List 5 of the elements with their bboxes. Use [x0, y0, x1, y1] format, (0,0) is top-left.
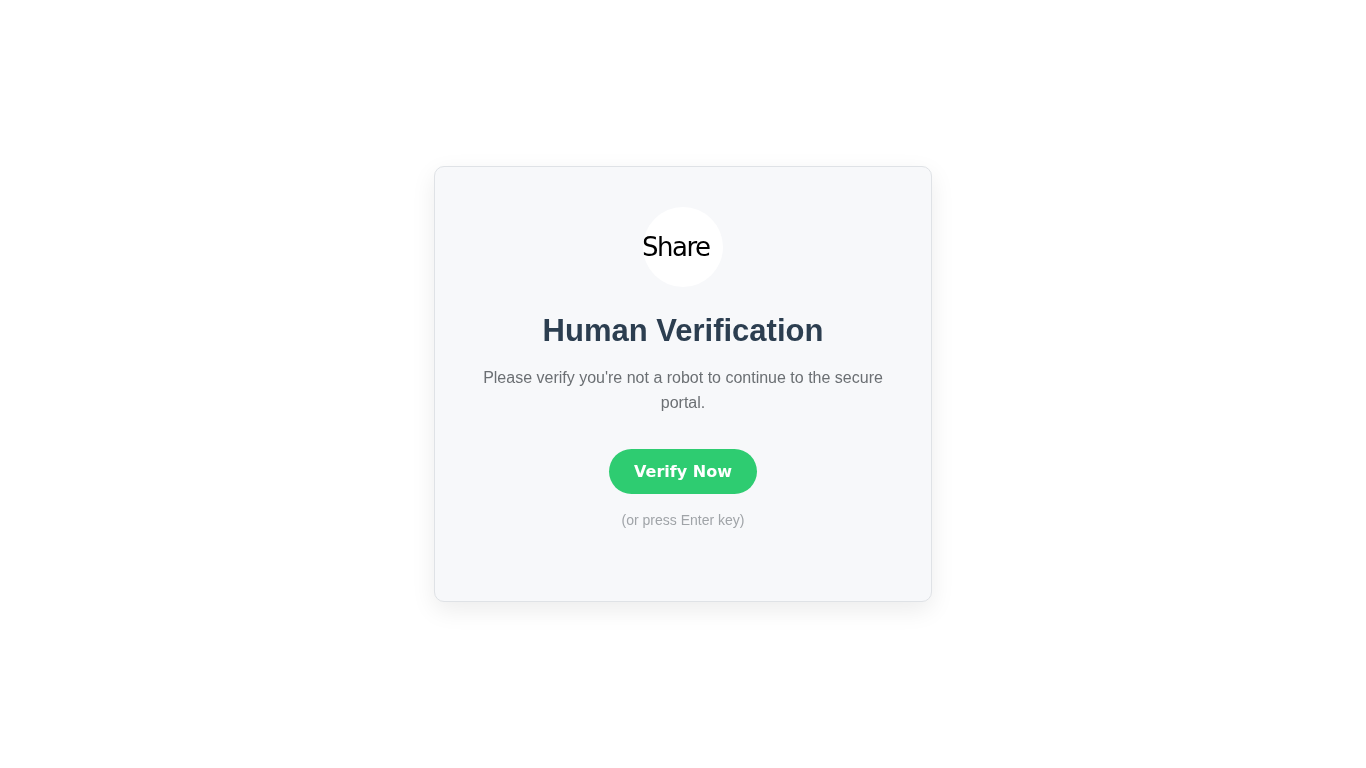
page-title: Human Verification — [542, 313, 824, 349]
verify-button[interactable]: Verify Now — [609, 449, 757, 494]
instruction-text: Please verify you're not a robot to continue to the secure portal. — [482, 368, 884, 413]
logo: Share — [643, 207, 723, 287]
hint-text: (or press Enter key) — [621, 512, 745, 528]
